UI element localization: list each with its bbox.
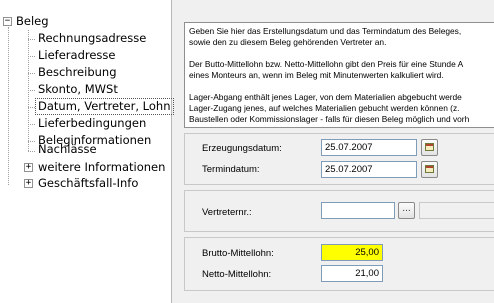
brutto-mittellohn-field[interactable]: 25,00	[321, 244, 383, 261]
help-line: Lager-Abgang enthält jenes Lager, von de…	[189, 92, 462, 102]
erzeugungsdatum-calendar-button[interactable]	[421, 139, 438, 156]
tree-connector	[28, 124, 35, 125]
tree-connector	[28, 107, 35, 108]
tree-label: weitere Informationen	[38, 160, 166, 174]
netto-mittellohn-field[interactable]: 21,00	[321, 265, 383, 282]
help-paragraph: Der Butto-Mittellohn bzw. Netto-Mittello…	[189, 59, 490, 81]
brutto-mittellohn-label: Brutto-Mittellohn:	[202, 248, 274, 259]
tree-label: Beleg	[16, 14, 49, 28]
tree-label: Datum, Vertreter, Lohn	[35, 98, 174, 115]
netto-mittellohn-label: Netto-Mittellohn:	[202, 269, 272, 280]
help-text-box: Geben Sie hier das Erstellungsdatum und …	[184, 22, 494, 128]
tree-label: Nachlässe	[38, 142, 97, 156]
erzeugungsdatum-label: Erzeugungsdatum:	[202, 143, 282, 154]
tree-connector	[28, 56, 35, 57]
tree-connector	[28, 39, 35, 40]
tree-connector	[28, 151, 35, 152]
lohn-group: Brutto-Mittellohn: 25,00 Netto-Mittelloh…	[184, 237, 494, 291]
help-line: sowie den zu diesem Beleg gehörenden Ver…	[189, 37, 387, 47]
help-line: eines Monteurs an, wenn im Beleg mit Min…	[189, 70, 444, 80]
calendar-icon	[425, 143, 434, 151]
termindatum-calendar-button[interactable]	[421, 161, 438, 178]
help-line: Der Butto-Mittellohn bzw. Netto-Mittello…	[189, 59, 464, 69]
navigation-tree: − Beleg Rechnungsadresse Lieferadresse B…	[0, 0, 174, 303]
collapse-icon[interactable]: −	[3, 17, 12, 26]
erzeugungsdatum-field[interactable]: 25.07.2007	[321, 139, 417, 156]
vertreter-browse-button[interactable]: ...	[398, 202, 415, 219]
help-line: Geben Sie hier das Erstellungsdatum und …	[189, 26, 462, 36]
vertreter-name-field	[419, 202, 494, 219]
calendar-icon	[425, 165, 434, 173]
dates-group: Erzeugungsdatum: 25.07.2007 Termindatum:…	[184, 133, 494, 185]
termindatum-label: Termindatum:	[202, 164, 260, 175]
tree-connector	[28, 90, 35, 91]
tree-label: Rechnungsadresse	[38, 31, 147, 45]
termindatum-field[interactable]: 25.07.2007	[321, 161, 417, 178]
detail-panel: Geben Sie hier das Erstellungsdatum und …	[178, 0, 494, 303]
tree-label: Beschreibung	[38, 65, 117, 79]
help-paragraph: Lager-Abgang enthält jenes Lager, von de…	[189, 92, 490, 125]
tree-label: Geschäftsfall-Info	[38, 176, 139, 190]
tree-label: Lieferbedingungen	[38, 116, 147, 130]
tree-connector	[28, 141, 35, 142]
expand-icon[interactable]: +	[24, 163, 33, 172]
tree-connector	[28, 73, 35, 74]
vertreternr-field[interactable]	[321, 202, 395, 219]
vertreter-group: Vertreternr.: ...	[184, 190, 494, 232]
tree-label: Skonto, MWSt	[38, 82, 118, 96]
help-line: Baustellen oder Kommissionslager - falls…	[189, 114, 470, 124]
help-line: Lager-Zugang jenes, auf welches Material…	[189, 103, 460, 113]
vertreternr-label: Vertreternr.:	[202, 207, 252, 218]
tree-connector	[8, 27, 9, 185]
help-paragraph: Geben Sie hier das Erstellungsdatum und …	[189, 26, 490, 48]
tree-label: Lieferadresse	[38, 48, 116, 62]
expand-icon[interactable]: +	[24, 179, 33, 188]
